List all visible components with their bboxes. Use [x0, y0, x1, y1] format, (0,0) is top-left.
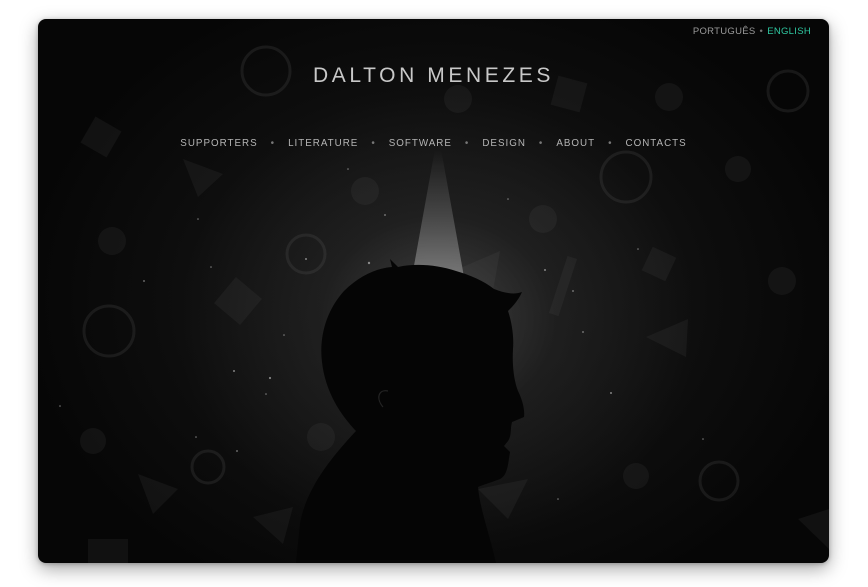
nav-item-literature[interactable]: LITERATURE	[288, 138, 358, 149]
head-silhouette-icon	[296, 259, 525, 563]
nav-separator: •	[464, 138, 470, 149]
main-nav: SUPPORTERS • LITERATURE • SOFTWARE • DESIGN • AB…	[38, 138, 829, 149]
language-portuguese-link[interactable]: PORTUGUÊS	[693, 26, 756, 37]
nav-item-software[interactable]: SOFTWARE	[389, 138, 452, 149]
site-title[interactable]: DALTON MENEZES	[38, 64, 829, 88]
nav-item-about[interactable]: ABOUT	[556, 138, 595, 149]
language-switcher: PORTUGUÊS • ENGLISH	[693, 26, 811, 37]
nav-separator: •	[608, 138, 613, 149]
nav-item-contacts[interactable]: CONTACTS	[626, 138, 687, 149]
nav-separator: •	[371, 138, 376, 149]
page-window: PORTUGUÊS • ENGLISH DALTON MENEZES SUPPORT…	[38, 19, 829, 563]
language-english-link[interactable]: ENGLISH	[767, 26, 811, 37]
nav-separator: •	[270, 138, 276, 149]
nav-separator: •	[538, 138, 544, 149]
nav-item-supporters[interactable]: SUPPORTERS	[180, 138, 257, 149]
language-separator: •	[759, 26, 764, 37]
nav-item-design[interactable]: DESIGN	[482, 138, 526, 149]
